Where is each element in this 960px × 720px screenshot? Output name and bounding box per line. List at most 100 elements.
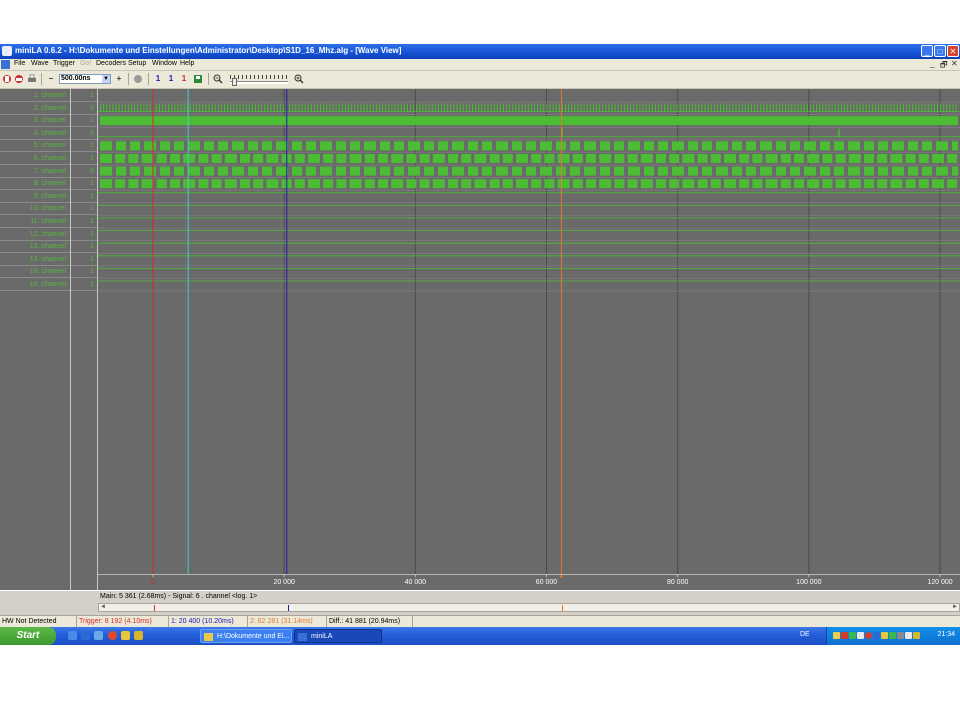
zoom-slider-track[interactable] — [230, 81, 288, 84]
channel-label[interactable]: 4. channel — [0, 128, 70, 140]
ch2-pulse — [549, 103, 551, 112]
export-icon[interactable] — [193, 74, 203, 84]
media-icon[interactable] — [108, 631, 117, 640]
channel-label[interactable]: 10. channel — [0, 203, 70, 216]
app-icon[interactable] — [2, 46, 12, 56]
tray-icon[interactable] — [833, 632, 840, 639]
channel-label[interactable]: 14. channel — [0, 254, 70, 266]
tray-icon[interactable] — [881, 632, 888, 639]
ch2-pulse — [698, 103, 700, 112]
zoom-slider-thumb[interactable] — [232, 78, 237, 86]
quicklaunch-icon[interactable] — [121, 631, 130, 640]
ie-icon[interactable] — [81, 631, 90, 640]
zoom-in-icon[interactable] — [294, 74, 304, 84]
channel-label[interactable]: 9. channel — [0, 191, 70, 203]
cursor1-button[interactable]: 1 — [153, 74, 163, 84]
cursor-trigger-button[interactable]: 1 — [179, 74, 189, 84]
channel-label[interactable]: 12. channel — [0, 229, 70, 241]
tray-icon[interactable] — [897, 632, 904, 639]
scroll-right-icon[interactable]: ► — [952, 604, 958, 610]
desktop-icon[interactable] — [68, 631, 77, 640]
menu-setup[interactable]: Setup — [128, 60, 146, 67]
channel-label[interactable]: 5. channel — [0, 140, 70, 153]
zoom-select[interactable]: 500.00ns ▼ — [59, 74, 111, 84]
channel-label[interactable]: 8. channel — [0, 178, 70, 191]
ch2-pulse — [648, 103, 650, 112]
ch2-pulse — [946, 103, 948, 112]
mdi-child-icon[interactable] — [1, 60, 10, 69]
tray-icon[interactable] — [865, 632, 872, 639]
ch6-block — [448, 154, 458, 163]
ch2-pulse — [388, 103, 390, 112]
horizontal-scrollbar[interactable]: ◄ ► — [98, 603, 960, 612]
channel-label[interactable]: 11. channel — [0, 216, 70, 228]
ch6-block — [557, 154, 570, 163]
ch2-pulse — [930, 103, 932, 112]
ch2-pulse — [695, 103, 697, 112]
maximize-button[interactable]: □ — [934, 45, 946, 57]
ch6-block — [724, 154, 736, 163]
menu-file[interactable]: File — [14, 60, 25, 67]
start-button[interactable]: Start — [0, 627, 56, 645]
waveform-canvas[interactable]: 0 20 000 40 000 60 000 80 000 100 000 120 000 — [98, 89, 960, 590]
channel-label[interactable]: 6. channel — [0, 153, 70, 165]
zoom-out-icon[interactable] — [213, 74, 223, 84]
scroll-left-icon[interactable]: ◄ — [100, 604, 106, 610]
mdi-minimize-button[interactable]: _ — [930, 59, 934, 68]
channel-label[interactable]: 3. channel — [0, 115, 70, 128]
quicklaunch-icon[interactable] — [134, 631, 143, 640]
close-button[interactable]: ✕ — [947, 45, 959, 57]
ch2-pulse — [940, 103, 942, 112]
mdi-close-button[interactable]: ✕ — [951, 59, 958, 68]
menu-wave[interactable]: Wave — [31, 60, 49, 67]
chevron-down-icon[interactable]: ▼ — [102, 75, 110, 83]
channel-label[interactable]: 13. channel — [0, 241, 70, 254]
channel-label[interactable]: 15. channel — [0, 266, 70, 279]
channel-label[interactable]: 2. channel — [0, 103, 70, 115]
channel-label[interactable]: 1. channel — [0, 90, 70, 102]
menu-decoders[interactable]: Decoders — [96, 60, 126, 67]
menu-trigger[interactable]: Trigger — [53, 60, 75, 67]
save-icon[interactable] — [14, 74, 24, 84]
ch2-pulse — [614, 103, 616, 112]
tray-icon[interactable] — [841, 632, 848, 639]
zoom-minus-button[interactable]: − — [46, 74, 56, 84]
ch2-pulse — [943, 103, 945, 112]
ch5-block — [936, 141, 948, 151]
ch2-pulse — [183, 103, 185, 112]
task-minila[interactable]: miniLA — [294, 629, 382, 643]
ch8-block — [224, 179, 237, 189]
tray-icon[interactable] — [913, 632, 920, 639]
zoom-plus-button[interactable]: + — [114, 74, 124, 84]
tray-icon[interactable] — [889, 632, 896, 639]
ch8-block — [572, 179, 583, 189]
tray-icon[interactable] — [857, 632, 864, 639]
ch2-pulse — [658, 103, 659, 112]
cursor-main-button[interactable]: 1 — [166, 74, 176, 84]
ch5-block — [878, 141, 888, 151]
ch6-block — [253, 154, 264, 163]
print-icon[interactable] — [27, 74, 37, 84]
tray-icon[interactable] — [849, 632, 856, 639]
title-bar[interactable]: miniLA 0.6.2 - H:\Dokumente und Einstell… — [0, 44, 960, 59]
open-icon[interactable] — [2, 74, 12, 84]
ch7-block — [526, 166, 536, 176]
speaker-icon[interactable] — [905, 632, 912, 639]
menu-window[interactable]: Window — [152, 60, 177, 67]
zoom-slider[interactable] — [230, 75, 288, 86]
ch8-block — [156, 179, 167, 189]
language-indicator[interactable]: DE — [800, 631, 810, 638]
ch2-pulse — [602, 103, 604, 112]
ch2-pulse — [468, 103, 470, 112]
tray-icon[interactable] — [873, 632, 880, 639]
menu-help[interactable]: Help — [180, 60, 194, 67]
ch2-pulse — [518, 103, 520, 112]
ch7-block — [482, 166, 492, 176]
explorer-icon[interactable] — [94, 631, 103, 640]
minimize-button[interactable]: _ — [921, 45, 933, 57]
waveform-view[interactable]: 0 20 000 40 000 60 000 80 000 100 000 120 000 — [98, 89, 960, 590]
task-explorer[interactable]: H:\Dokumente und Ei... — [200, 629, 292, 643]
ch2-pulse — [729, 103, 731, 112]
channel-label[interactable]: 16. channel — [0, 279, 70, 291]
channel-label[interactable]: 7. channel — [0, 166, 70, 178]
